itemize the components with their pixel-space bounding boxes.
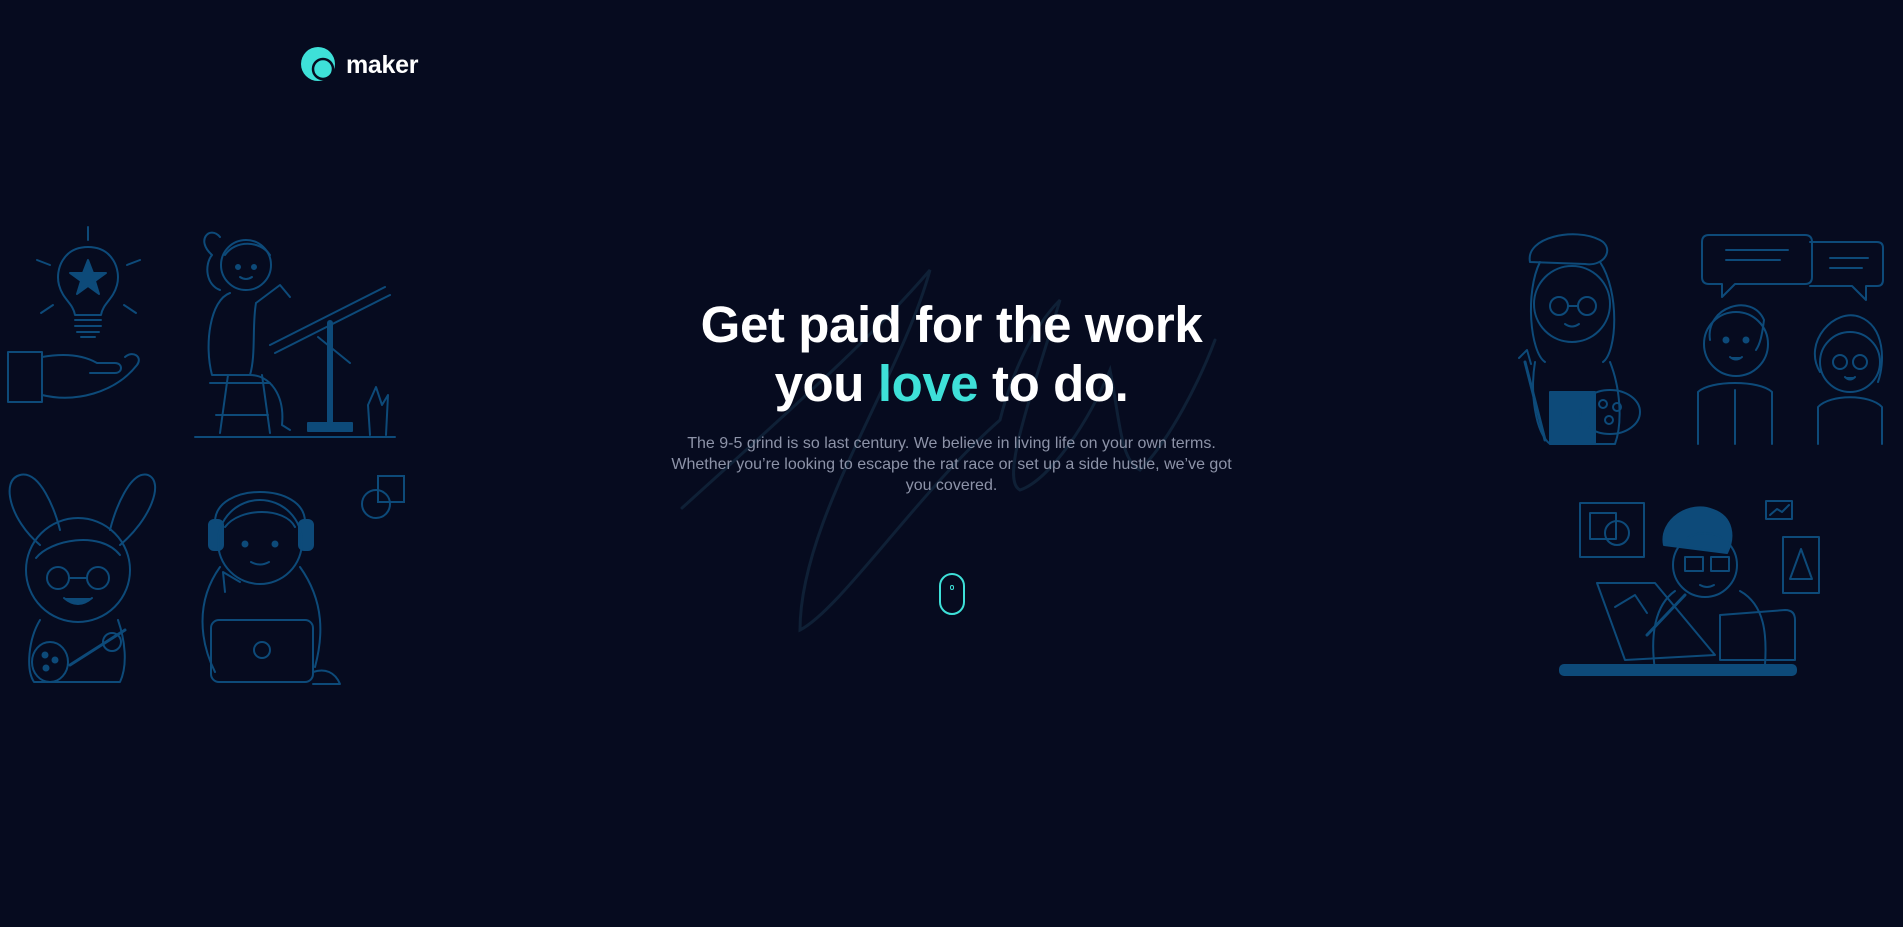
hero-headline: Get paid for the work you love to do. <box>0 295 1903 413</box>
bunny-ear-painter <box>0 470 160 685</box>
headline-accent-word: love <box>877 355 979 412</box>
landing-page: maker Get paid for the work you love to … <box>0 0 1903 927</box>
scroll-wheel-dot <box>950 585 954 590</box>
brand-name: maker <box>346 50 419 79</box>
logo-mark-icon <box>301 47 335 81</box>
headline-line-2-after: to do. <box>978 355 1129 412</box>
brand-logo[interactable]: maker <box>301 47 418 83</box>
hero-section: Get paid for the work you love to do. Th… <box>0 295 1903 496</box>
mouse-scroll-icon[interactable] <box>939 573 965 615</box>
hero-description: The 9-5 grind is so last century. We bel… <box>671 435 1232 494</box>
headphones-laptop-person <box>195 472 345 687</box>
artist-at-tablet <box>1555 495 1825 680</box>
headline-line-2-before: you <box>774 355 878 412</box>
headline-line-1: Get paid for the work <box>700 296 1203 353</box>
